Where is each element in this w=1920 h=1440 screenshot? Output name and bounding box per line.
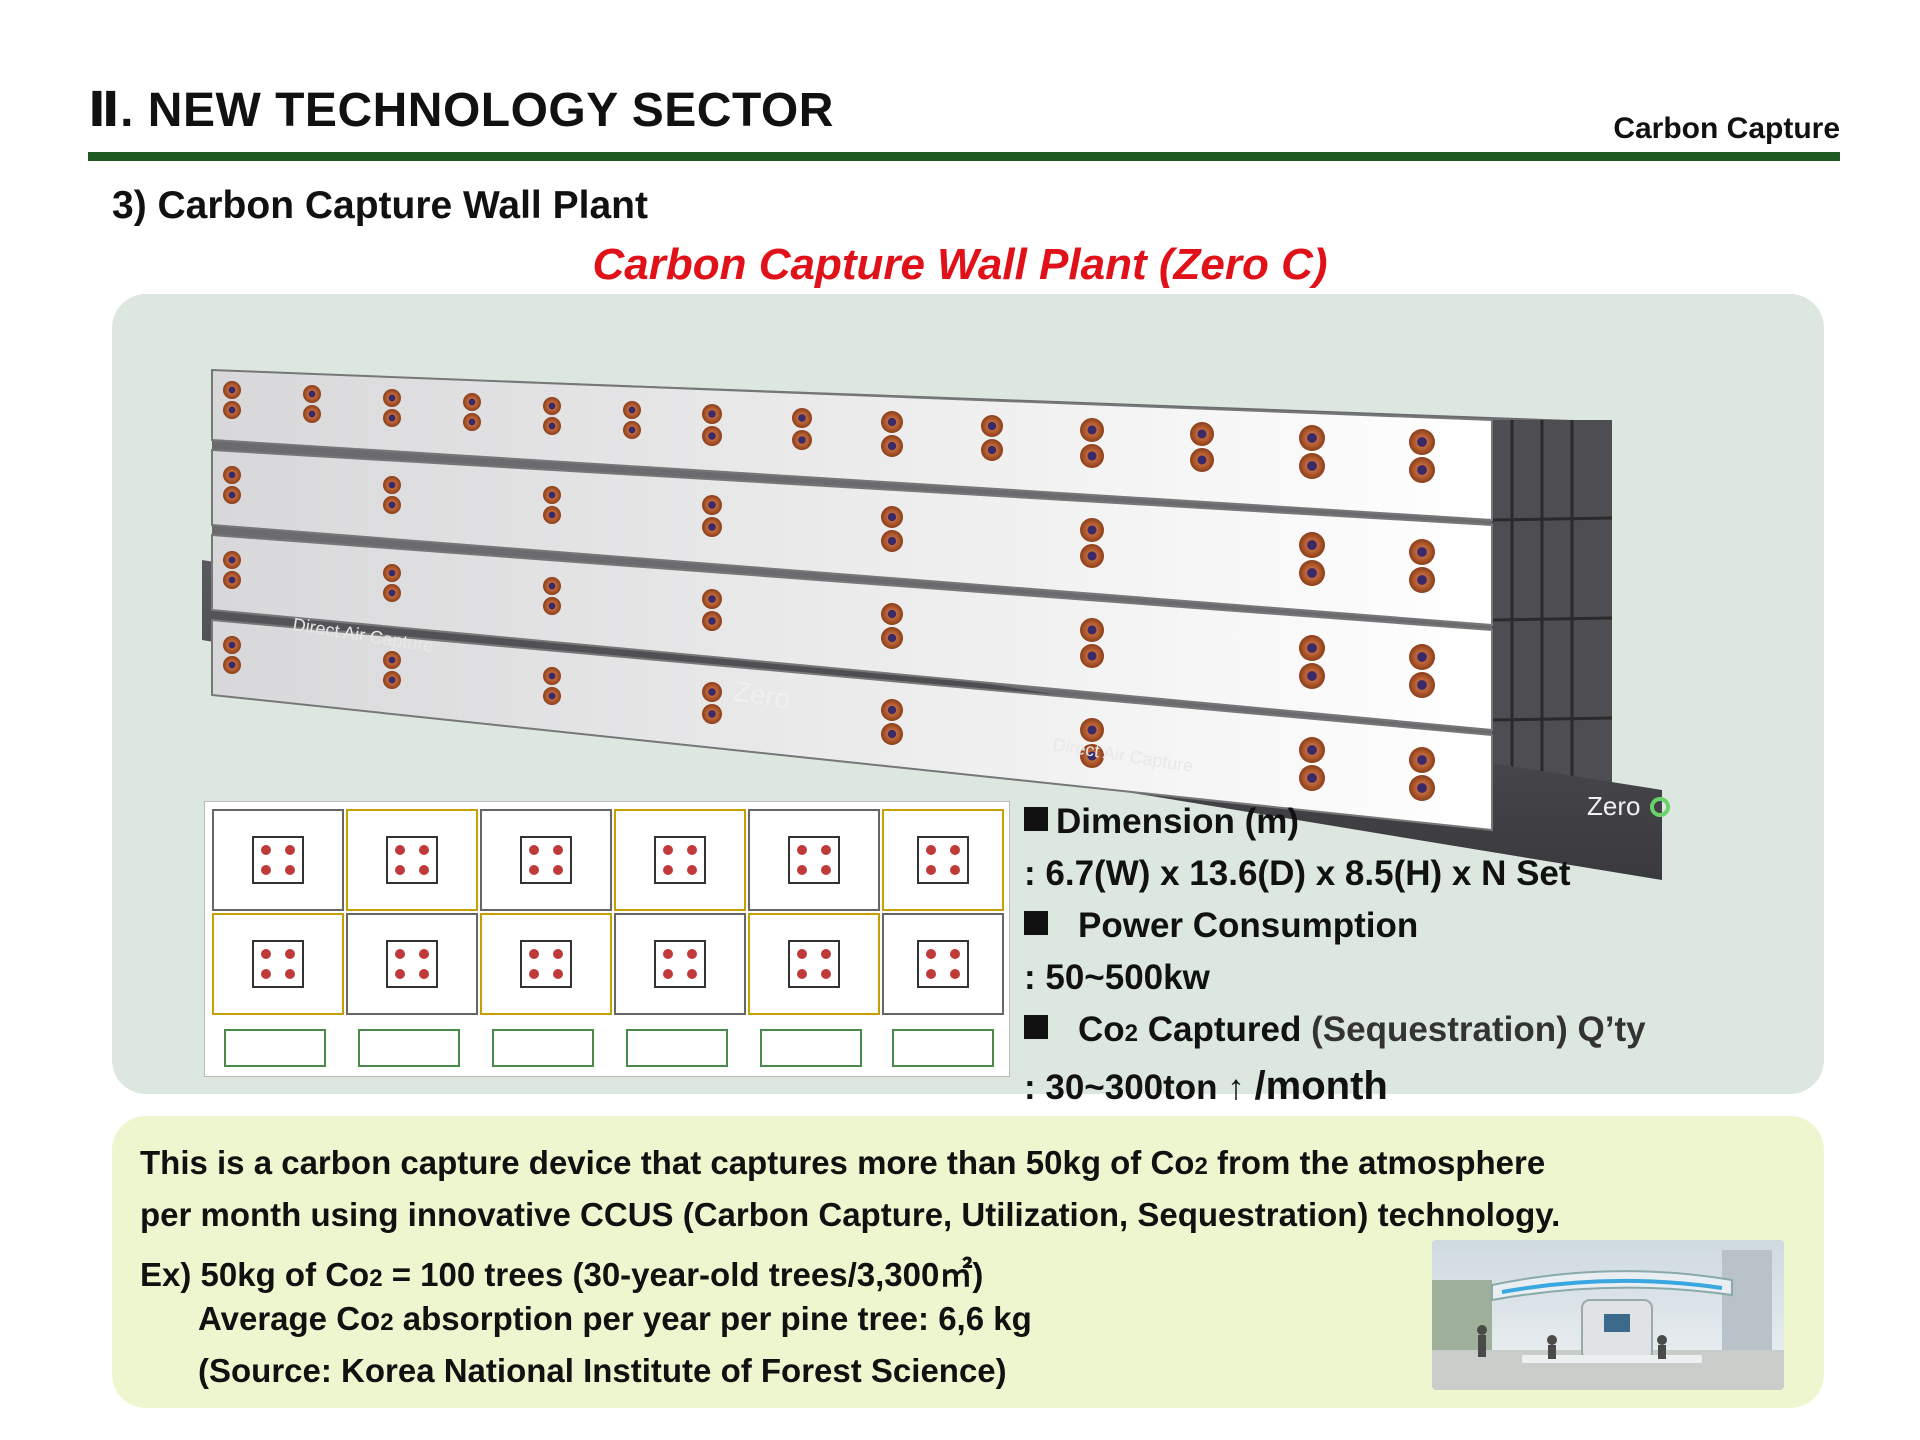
description-line-3-b: = 100 trees (30-year-old trees/3,300㎡) (382, 1256, 984, 1293)
description-line-1-sub: 2 (1194, 1153, 1208, 1180)
spec-co2-label-row: Co2 Captured (Sequestration) Q’ty (1024, 1004, 1824, 1060)
spec-co2-value-a: : 30~300ton ↑ (1024, 1068, 1255, 1107)
section-tag: Carbon Capture (1613, 112, 1840, 145)
installation-photo-image (1432, 1240, 1784, 1390)
spec-co2-label-c: (Sequestration) Q’ty (1301, 1010, 1646, 1049)
description-line-1: This is a carbon capture device that cap… (140, 1144, 1545, 1182)
description-line-2: per month using innovative CCUS (Carbon … (140, 1196, 1561, 1233)
description-line-3-a: Ex) 50kg of Co (140, 1256, 370, 1293)
description-line-3-sub: 2 (369, 1265, 383, 1292)
spec-power-value: : 50~500kw (1024, 958, 1210, 997)
bullet-square-icon (1024, 1015, 1048, 1039)
spec-power-label-row: Power Consumption (1024, 900, 1824, 952)
description-line-4-sub: 2 (380, 1309, 394, 1336)
sub-title: 3) Carbon Capture Wall Plant (112, 184, 648, 227)
spec-co2-value-row: : 30~300ton ↑ /month (1024, 1060, 1824, 1114)
description-line-1-a: This is a carbon capture device that cap… (140, 1144, 1195, 1181)
spec-co2-label-a: Co (1078, 1010, 1125, 1049)
spec-co2-label-sub: 2 (1124, 1020, 1139, 1047)
spec-power-label: Power Consumption (1078, 906, 1419, 945)
header-rule (88, 152, 1840, 161)
bullet-square-icon (1024, 911, 1048, 935)
spec-dimension-label-row: Dimension (m) (1024, 796, 1824, 848)
spec-dimension-value: : 6.7(W) x 13.6(D) x 8.5(H) x N Set (1024, 854, 1571, 893)
bullet-square-icon (1024, 807, 1048, 831)
description-line-1-b: from the atmosphere (1207, 1144, 1546, 1181)
spec-list: Dimension (m) : 6.7(W) x 13.6(D) x 8.5(H… (1024, 796, 1824, 1114)
description-line-4-a: Average Co (198, 1300, 381, 1337)
section-title: Ⅱ. NEW TECHNOLOGY SECTOR (88, 84, 834, 137)
spec-co2-label-b: Captured (1138, 1010, 1302, 1049)
description-line-4-b: absorption per year per pine tree: 6,6 k… (393, 1300, 1032, 1337)
front-view-drawing-image (204, 801, 1010, 1077)
description-line-3: Ex) 50kg of Co2 = 100 trees (30-year-old… (140, 1248, 983, 1296)
main-title: Carbon Capture Wall Plant (Zero C) (592, 240, 1328, 289)
spec-co2-value-b: /month (1254, 1064, 1388, 1108)
description-line-5: (Source: Korea National Institute of For… (198, 1352, 1007, 1389)
spec-dimension-label: Dimension (m) (1056, 802, 1300, 841)
description-line-4: Average Co2 absorption per year per pine… (198, 1300, 1032, 1338)
